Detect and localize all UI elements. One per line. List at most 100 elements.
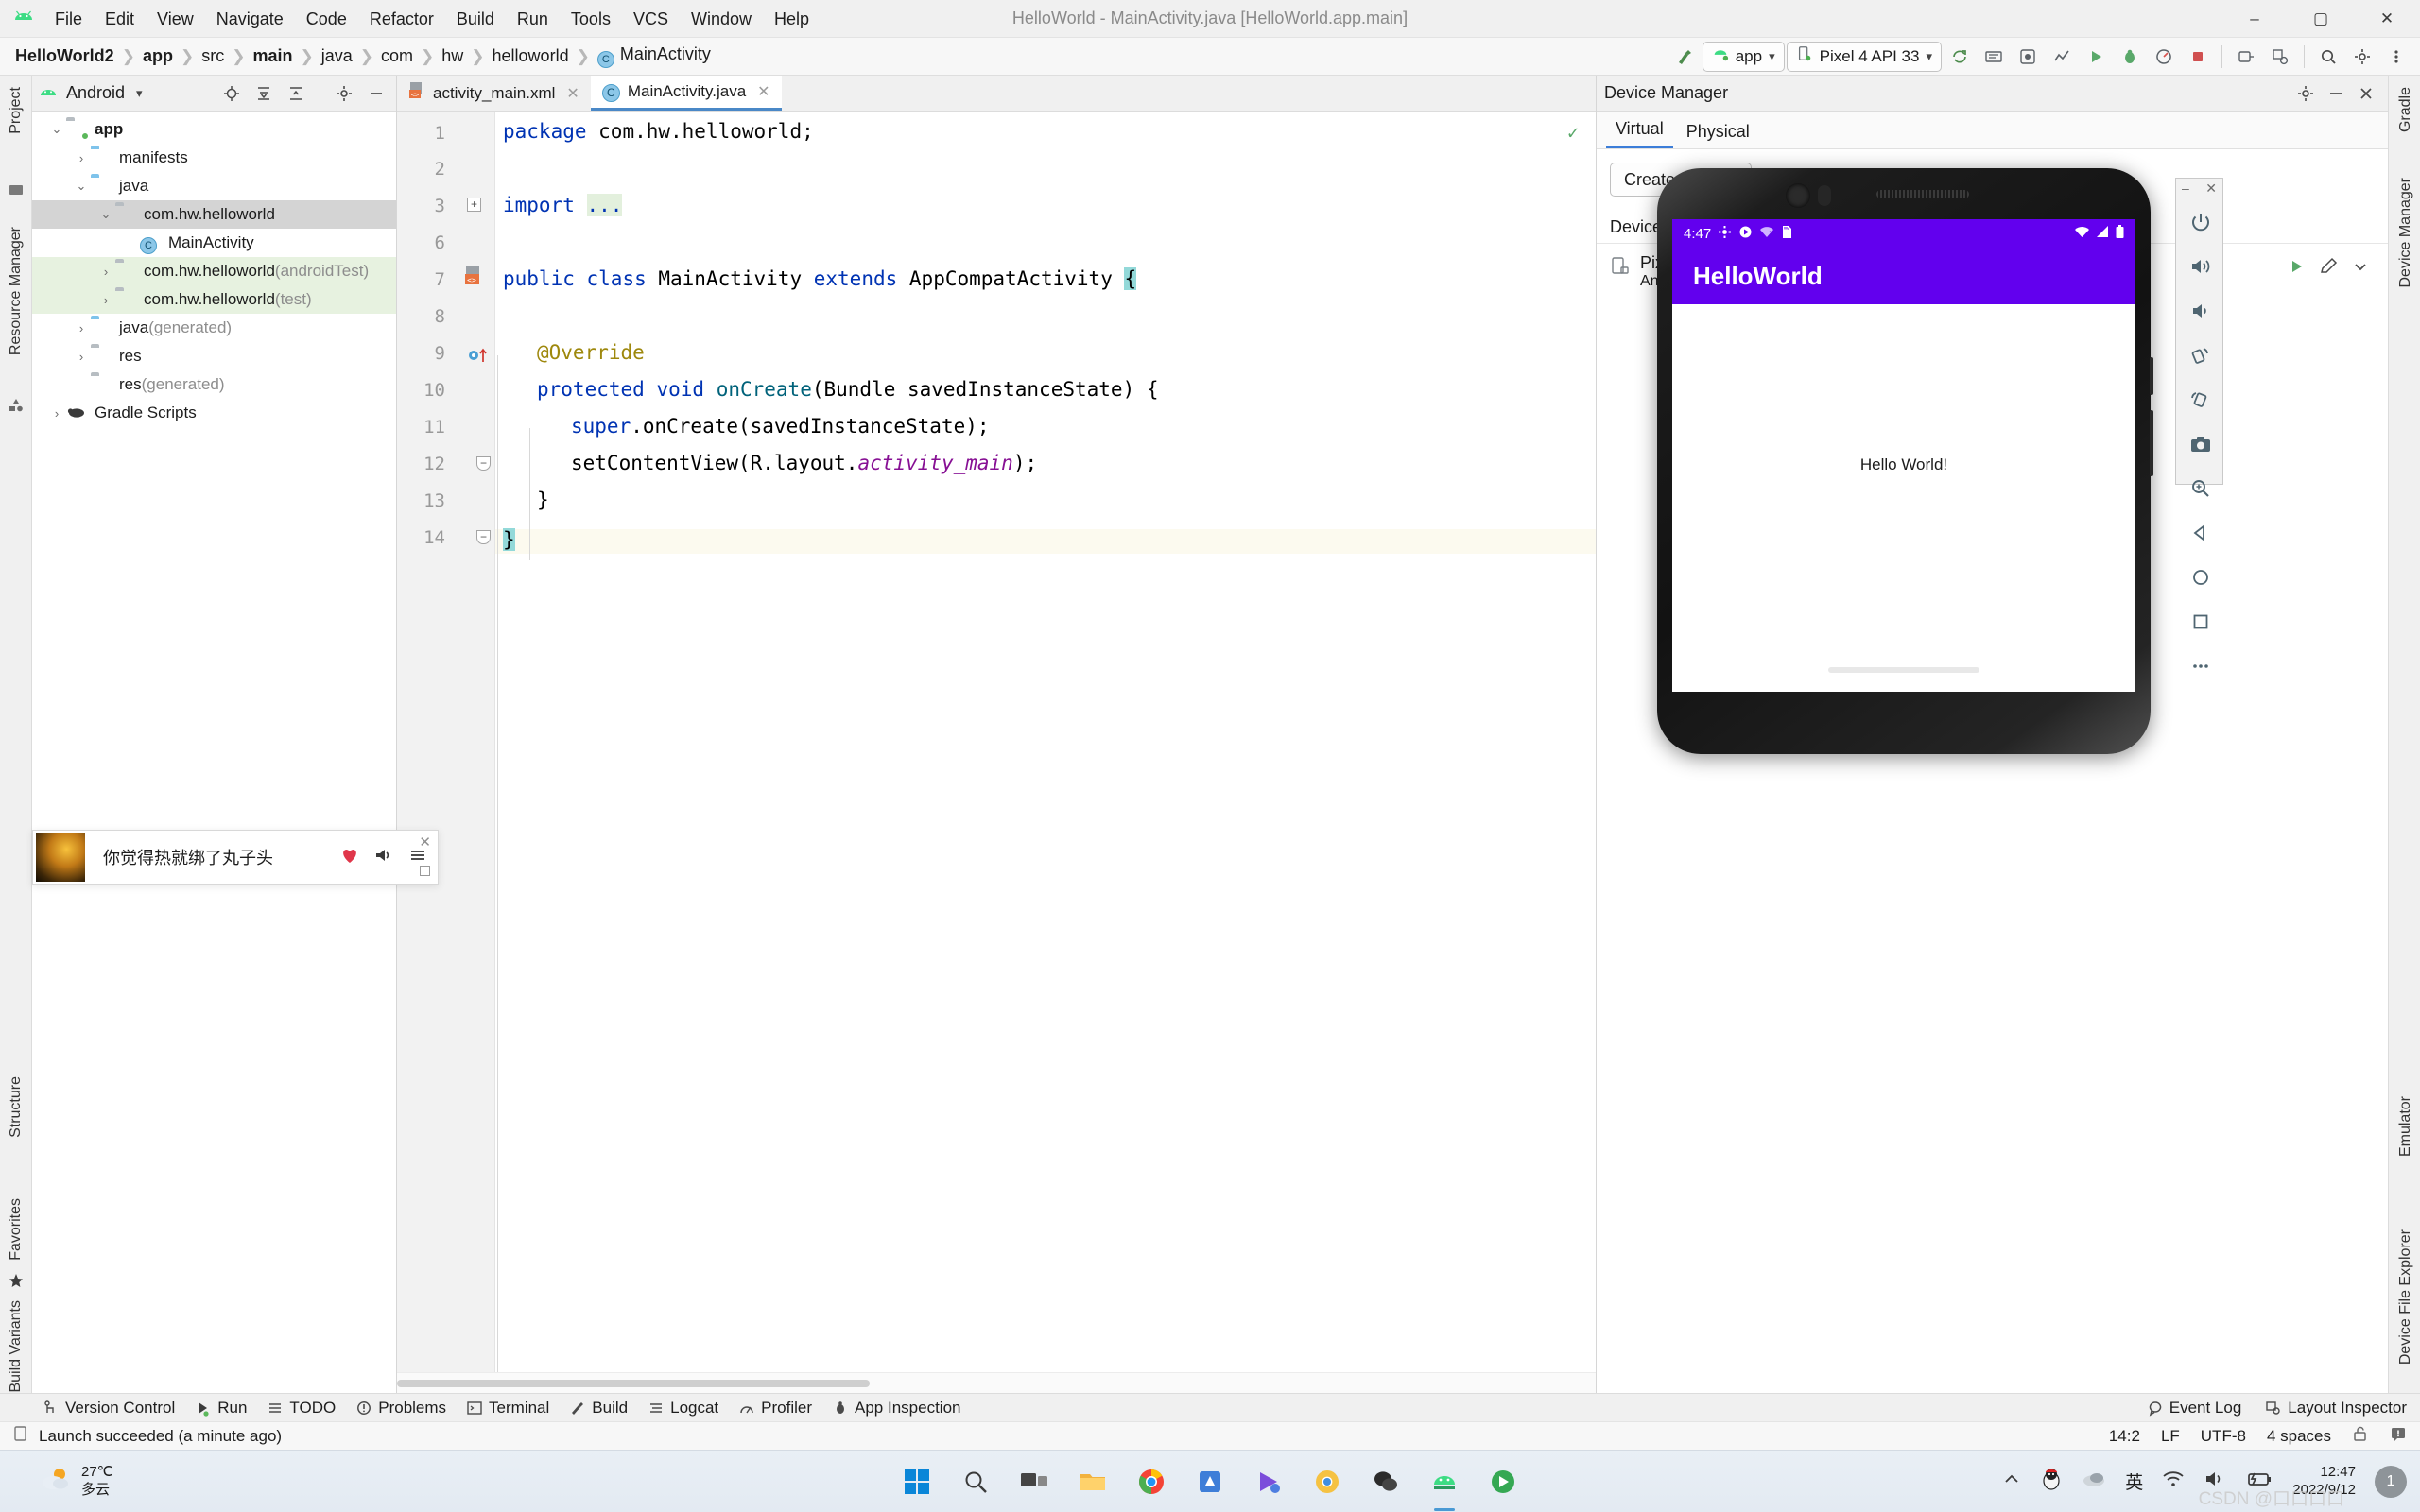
window-close-button[interactable]: ✕: [2354, 0, 2420, 38]
heart-icon[interactable]: [339, 846, 360, 869]
chrome-icon[interactable]: [1134, 1465, 1168, 1499]
override-method-gutter-icon[interactable]: [467, 345, 490, 370]
tab-activity-main-xml[interactable]: <> activity_main.xml ✕: [397, 76, 591, 111]
chevron-right-icon[interactable]: ›: [72, 350, 91, 364]
qq-icon[interactable]: [2040, 1467, 2063, 1496]
scrollbar-thumb[interactable]: [397, 1380, 870, 1387]
toolwindow-run[interactable]: Run: [196, 1399, 247, 1418]
avd-manager-icon[interactable]: [1978, 42, 2010, 72]
inspection-status-icon[interactable]: ✓: [1567, 121, 1579, 144]
android-studio-icon[interactable]: [1427, 1465, 1461, 1499]
back-icon[interactable]: [2176, 510, 2224, 555]
run-configuration-selector[interactable]: app ▾: [1702, 41, 1785, 72]
breadcrumb-item-app[interactable]: app: [139, 46, 177, 66]
start-icon[interactable]: [900, 1465, 934, 1499]
toolwindow-app-inspection[interactable]: App Inspection: [833, 1399, 960, 1418]
menu-view[interactable]: View: [146, 6, 205, 33]
sidebar-item-emulator[interactable]: Emulator: [2397, 1096, 2414, 1157]
chrome-canary-icon[interactable]: [1310, 1465, 1344, 1499]
volume-up-icon[interactable]: [2176, 244, 2224, 288]
cloud-icon[interactable]: [2082, 1469, 2106, 1493]
minimize-icon[interactable]: [2322, 80, 2350, 107]
menu-edit[interactable]: Edit: [94, 6, 146, 33]
close-icon[interactable]: ✕: [757, 82, 769, 101]
toolwindow-version-control[interactable]: Version Control: [43, 1399, 175, 1418]
menu-navigate[interactable]: Navigate: [205, 6, 295, 33]
emulator-window[interactable]: 4:47 ? HelloWorld Hello World!: [1657, 168, 2158, 754]
ime-icon[interactable]: 英: [2125, 1469, 2143, 1494]
breadcrumb-item-com[interactable]: com: [377, 46, 417, 66]
toolwindow-todo[interactable]: TODO: [268, 1399, 336, 1418]
make-project-icon[interactable]: [1668, 42, 1701, 72]
code-editor[interactable]: 1 2 3 6 7 8 9 10 11 12 13 14 + <> − − pa…: [397, 112, 1596, 1372]
chevron-right-icon[interactable]: ›: [47, 406, 66, 421]
window-maximize-button[interactable]: ▢: [2288, 0, 2354, 38]
breadcrumb-item-main[interactable]: main: [249, 46, 296, 66]
toolwindow-event-log[interactable]: Event Log: [2148, 1399, 2241, 1418]
folded-imports[interactable]: ...: [586, 194, 623, 216]
rotate-left-icon[interactable]: [2176, 333, 2224, 377]
indent-setting[interactable]: 4 spaces: [2267, 1427, 2331, 1446]
sidebar-item-structure[interactable]: Structure: [8, 1076, 25, 1138]
tree-item-app[interactable]: ⌄ app: [32, 115, 396, 144]
toolwindow-build[interactable]: Build: [570, 1399, 628, 1418]
chevron-down-icon[interactable]: ⌄: [96, 207, 115, 222]
stop-icon[interactable]: [2182, 42, 2214, 72]
chevron-down-icon[interactable]: ⌄: [47, 122, 66, 137]
tree-item-package-main[interactable]: ⌄ com.hw.helloworld: [32, 200, 396, 229]
build-variants-top-icon[interactable]: [8, 397, 25, 414]
tree-item-java[interactable]: ⌄ java: [32, 172, 396, 200]
sdk-manager-icon[interactable]: [2012, 42, 2044, 72]
layout-preview-gutter-icon[interactable]: <>: [463, 265, 484, 292]
file-explorer-icon[interactable]: [1076, 1465, 1110, 1499]
editor-gutter[interactable]: 1 2 3 6 7 8 9 10 11 12 13 14 + <> − −: [397, 112, 495, 1372]
sidebar-item-device-manager[interactable]: Device Manager: [2397, 178, 2414, 288]
more-icon[interactable]: [2176, 644, 2224, 688]
menu-vcs[interactable]: VCS: [622, 6, 680, 33]
chevron-right-icon[interactable]: ›: [72, 321, 91, 335]
toolwindow-layout-inspector[interactable]: Layout Inspector: [2266, 1399, 2407, 1418]
fold-collapse-icon[interactable]: −: [476, 456, 491, 471]
settings-icon[interactable]: [2291, 80, 2320, 107]
breadcrumb-item-project[interactable]: HelloWorld2: [11, 46, 118, 66]
sidebar-item-favorites[interactable]: Favorites: [8, 1198, 25, 1261]
sync-project-icon[interactable]: [1944, 42, 1976, 72]
device-selector[interactable]: Pixel 4 API 33 ▾: [1786, 41, 1942, 72]
power-icon[interactable]: [2176, 199, 2224, 244]
emulator-screen[interactable]: 4:47 ? HelloWorld Hello World!: [1672, 219, 2135, 692]
chevron-right-icon[interactable]: ›: [96, 265, 115, 279]
menu-help[interactable]: Help: [763, 6, 821, 33]
toolwindow-problems[interactable]: Problems: [356, 1399, 446, 1418]
minimize-box-icon[interactable]: [420, 866, 430, 876]
tree-item-manifests[interactable]: › manifests: [32, 144, 396, 172]
chevron-up-icon[interactable]: [2002, 1469, 2021, 1493]
fold-collapse-icon[interactable]: −: [476, 530, 491, 544]
project-view-label[interactable]: Android: [66, 83, 125, 103]
video-editor-icon[interactable]: [1252, 1465, 1286, 1499]
chevron-right-icon[interactable]: ›: [72, 151, 91, 165]
menu-file[interactable]: File: [43, 6, 94, 33]
wechat-icon[interactable]: [1369, 1465, 1403, 1499]
toolwindow-profiler[interactable]: Profiler: [739, 1399, 812, 1418]
sidebar-item-build-variants[interactable]: Build Variants: [8, 1300, 25, 1393]
run-icon[interactable]: [2080, 42, 2112, 72]
dropdown-icon[interactable]: [2346, 253, 2375, 280]
gesture-nav-pill[interactable]: [1828, 667, 1979, 673]
breadcrumb-item-helloworld[interactable]: helloworld: [489, 46, 573, 66]
task-view-icon[interactable]: [1017, 1465, 1051, 1499]
overview-icon[interactable]: [2176, 599, 2224, 644]
sidebar-item-project[interactable]: Project: [8, 87, 25, 134]
tree-item-java-generated[interactable]: › java (generated): [32, 314, 396, 342]
tab-mainactivity-java[interactable]: C MainActivity.java ✕: [590, 76, 782, 111]
tree-item-package-androidtest[interactable]: › com.hw.helloworld (androidTest): [32, 257, 396, 285]
layout-inspector-toolbar-icon[interactable]: [2264, 42, 2296, 72]
weather-widget[interactable]: 27℃ 多云: [0, 1464, 113, 1500]
settings-icon[interactable]: [2346, 42, 2378, 72]
file-encoding[interactable]: UTF-8: [2201, 1427, 2246, 1446]
tree-item-gradle-scripts[interactable]: › Gradle Scripts: [32, 399, 396, 427]
resource-manager-icon[interactable]: [8, 181, 25, 198]
sidebar-item-resource-manager[interactable]: Resource Manager: [8, 227, 25, 355]
sidebar-item-device-file-explorer[interactable]: Device File Explorer: [2397, 1229, 2414, 1365]
collapse-all-icon[interactable]: [282, 80, 310, 107]
minimize-icon[interactable]: –: [2182, 180, 2189, 199]
